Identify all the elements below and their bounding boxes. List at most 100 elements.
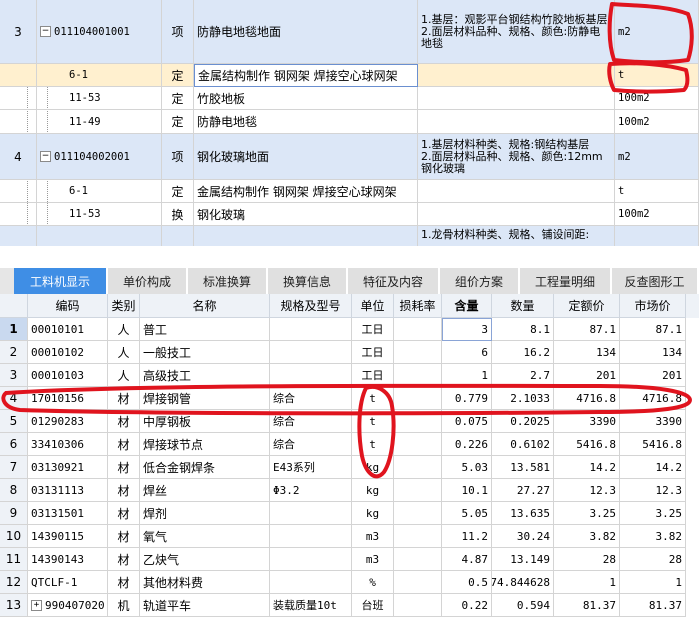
resource-code[interactable]: 03130921 xyxy=(28,456,108,479)
resource-code[interactable]: 00010102 xyxy=(28,341,108,364)
header-category[interactable]: 类别 xyxy=(108,294,140,318)
resource-market-price[interactable]: 5416.8 xyxy=(620,433,686,456)
boq-unit[interactable]: t xyxy=(615,64,699,87)
resource-spec[interactable]: 装载质量10t xyxy=(270,594,352,617)
boq-row-quota[interactable]: 6-1 定 金属结构制作 钢网架 焊接空心球网架 t xyxy=(0,180,699,203)
boq-description[interactable]: 1.基层：观影平台钢结构竹胶地板基层 2.面层材料品种、规格、颜色:防静电地毯 xyxy=(418,0,615,64)
resource-name[interactable]: 焊接球节点 xyxy=(140,433,270,456)
resource-unit[interactable]: m3 xyxy=(352,548,394,571)
resource-spec[interactable] xyxy=(270,571,352,594)
resource-unit[interactable]: 工日 xyxy=(352,341,394,364)
boq-unit[interactable]: 100m2 xyxy=(615,203,699,226)
header-quota-price[interactable]: 定额价 xyxy=(554,294,620,318)
resource-loss-rate[interactable] xyxy=(394,525,442,548)
resource-quota-price[interactable]: 134 xyxy=(554,341,620,364)
resource-row[interactable]: 13 +990407020 机轨道平车 装载质量10t 台班 0.22 0.594 81.37… xyxy=(0,594,699,617)
resource-name[interactable]: 焊丝 xyxy=(140,479,270,502)
resource-quota-price[interactable]: 14.2 xyxy=(554,456,620,479)
resource-row[interactable]: 12 QTCLF-1 材其他材料费% 0.5 74.844628 1 1 xyxy=(0,571,699,594)
resource-row[interactable]: 4 17010156 材焊接钢管 综合 t 0.779 2.1033 4716.8 4716.8 xyxy=(0,387,699,410)
boq-name[interactable]: 金属结构制作 钢网架 焊接空心球网架 xyxy=(194,180,418,203)
resource-market-price[interactable]: 28 xyxy=(620,548,686,571)
resource-content[interactable]: 0.5 xyxy=(442,571,492,594)
resource-code[interactable]: 33410306 xyxy=(28,433,108,456)
resource-unit[interactable]: kg xyxy=(352,502,394,525)
resource-category[interactable]: 材 xyxy=(108,525,140,548)
resource-code[interactable]: 01290283 xyxy=(28,410,108,433)
resource-name[interactable]: 其他材料费 xyxy=(140,571,270,594)
content-editor[interactable]: 3 xyxy=(442,318,492,341)
resource-loss-rate[interactable] xyxy=(394,456,442,479)
resource-unit[interactable]: t xyxy=(352,410,394,433)
tab-labor-material-machine[interactable]: 工料机显示 xyxy=(14,268,108,294)
resource-category[interactable]: 材 xyxy=(108,387,140,410)
resource-loss-rate[interactable] xyxy=(394,502,442,525)
resource-content[interactable]: 5.03 xyxy=(442,456,492,479)
resource-category[interactable]: 机 xyxy=(108,594,140,617)
resource-content[interactable]: 4.87 xyxy=(442,548,492,571)
boq-name[interactable] xyxy=(194,226,418,246)
resource-quantity[interactable]: 13.149 xyxy=(492,548,554,571)
resource-name[interactable]: 焊接钢管 xyxy=(140,387,270,410)
resource-category[interactable]: 人 xyxy=(108,364,140,387)
boq-row-item[interactable]: 3 −011104001001 项 防静电地毯地面 1.基层：观影平台钢结构竹胶… xyxy=(0,0,699,64)
resource-unit[interactable]: % xyxy=(352,571,394,594)
resource-quota-price[interactable]: 12.3 xyxy=(554,479,620,502)
resource-code[interactable]: 17010156 xyxy=(28,387,108,410)
header-quantity[interactable]: 数量 xyxy=(492,294,554,318)
boq-description[interactable]: 1.龙骨材料种类、规格、铺设间距: xyxy=(418,226,615,246)
resource-spec[interactable]: E43系列 xyxy=(270,456,352,479)
tab-reverse-lookup[interactable]: 反查图形工 xyxy=(612,268,699,294)
resource-spec[interactable] xyxy=(270,502,352,525)
resource-content[interactable]: 0.226 xyxy=(442,433,492,456)
boq-description[interactable] xyxy=(418,180,615,203)
boq-description[interactable] xyxy=(418,110,615,134)
boq-unit[interactable]: 100m2 xyxy=(615,110,699,134)
resource-spec[interactable]: 综合 xyxy=(270,410,352,433)
tab-unit-price-composition[interactable]: 单价构成 xyxy=(108,268,188,294)
resource-market-price[interactable]: 14.2 xyxy=(620,456,686,479)
boq-row-quota[interactable]: 11-53 定 竹胶地板 100m2 xyxy=(0,87,699,110)
boq-code-cell[interactable]: −011104001001 xyxy=(37,0,162,64)
resource-name[interactable]: 低合金钢焊条 xyxy=(140,456,270,479)
resource-code[interactable]: 03131113 xyxy=(28,479,108,502)
boq-name[interactable]: 钢化玻璃 xyxy=(194,203,418,226)
header-unit[interactable]: 单位 xyxy=(352,294,394,318)
resource-content[interactable]: 11.2 xyxy=(442,525,492,548)
boq-code-cell[interactable]: −011104002001 xyxy=(37,134,162,180)
resource-code[interactable]: 00010103 xyxy=(28,364,108,387)
resource-row[interactable]: 7 03130921 材低合金钢焊条 E43系列 kg 5.03 13.581 14.2 14.… xyxy=(0,456,699,479)
resource-spec[interactable] xyxy=(270,364,352,387)
resource-content[interactable]: 0.779 xyxy=(442,387,492,410)
boq-code-cell[interactable]: 6-1 xyxy=(37,180,162,203)
boq-name-editor[interactable]: 金属结构制作 钢网架 焊接空心球网架 xyxy=(194,64,418,87)
resource-code[interactable]: 00010101 xyxy=(28,318,108,341)
resource-content[interactable]: 0.22 xyxy=(442,594,492,617)
resource-row[interactable]: 3 00010103 人高级技工 工日 1 2.7 201 201 xyxy=(0,364,699,387)
resource-loss-rate[interactable] xyxy=(394,341,442,364)
resource-quota-price[interactable]: 4716.8 xyxy=(554,387,620,410)
collapse-icon[interactable]: − xyxy=(40,26,51,37)
boq-unit[interactable]: m2 xyxy=(615,134,699,180)
resource-loss-rate[interactable] xyxy=(394,410,442,433)
boq-row-item[interactable]: 1.龙骨材料种类、规格、铺设间距: xyxy=(0,226,699,246)
resource-spec[interactable] xyxy=(270,341,352,364)
resource-loss-rate[interactable] xyxy=(394,387,442,410)
resource-market-price[interactable]: 134 xyxy=(620,341,686,364)
boq-unit[interactable]: m2 xyxy=(615,0,699,64)
resource-quota-price[interactable]: 3.82 xyxy=(554,525,620,548)
resource-quota-price[interactable]: 81.37 xyxy=(554,594,620,617)
resource-content[interactable]: 10.1 xyxy=(442,479,492,502)
resource-unit[interactable]: m3 xyxy=(352,525,394,548)
resource-row[interactable]: 11 14390143 材乙炔气 m3 4.87 13.149 28 28 xyxy=(0,548,699,571)
boq-row-quota[interactable]: 11-53 换 钢化玻璃 100m2 xyxy=(0,203,699,226)
boq-code-cell[interactable]: 11-53 xyxy=(37,203,162,226)
resource-spec[interactable] xyxy=(270,548,352,571)
boq-unit[interactable]: t xyxy=(615,180,699,203)
resource-market-price[interactable]: 1 xyxy=(620,571,686,594)
resource-market-price[interactable]: 3390 xyxy=(620,410,686,433)
resource-category[interactable]: 材 xyxy=(108,571,140,594)
resource-name[interactable]: 高级技工 xyxy=(140,364,270,387)
resource-loss-rate[interactable] xyxy=(394,571,442,594)
tab-pricing-plan[interactable]: 组价方案 xyxy=(440,268,520,294)
